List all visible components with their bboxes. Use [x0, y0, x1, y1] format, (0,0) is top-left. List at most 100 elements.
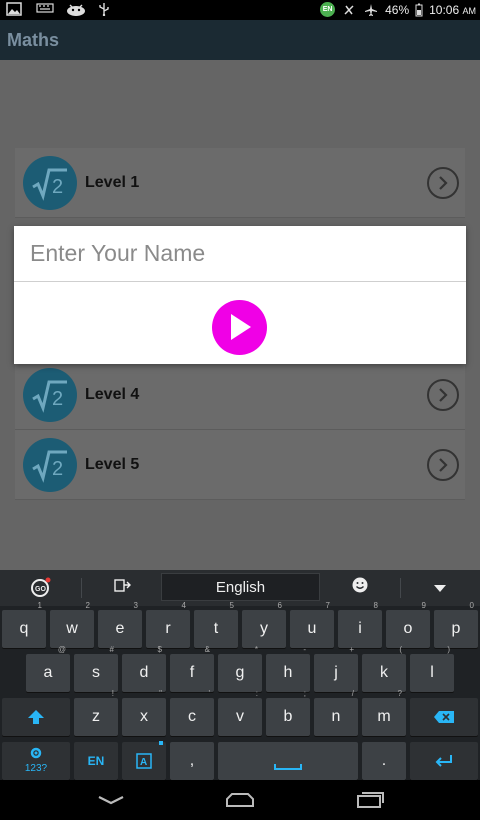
key-letter: g [235, 664, 245, 681]
back-icon[interactable] [96, 790, 126, 810]
key-j[interactable]: j + [314, 645, 358, 692]
key-p[interactable]: p0 [434, 601, 478, 648]
key-letter: o [403, 620, 413, 637]
key-letter: x [140, 708, 148, 725]
input-mode-key[interactable]: A [122, 741, 166, 780]
key-e[interactable]: e3 [98, 601, 142, 648]
shift-key[interactable] [2, 698, 70, 736]
comma-key[interactable]: , [170, 742, 214, 780]
key-f[interactable]: f & [170, 645, 214, 692]
key-r[interactable]: r4 [146, 601, 190, 648]
name-input[interactable] [14, 226, 466, 282]
backspace-key[interactable] [410, 698, 478, 736]
svg-text:A: A [140, 757, 147, 768]
key-alt: 3 [133, 601, 138, 610]
key-letter: b [283, 708, 293, 725]
key-i[interactable]: i8 [338, 601, 382, 648]
key-c[interactable]: c ' [170, 689, 214, 736]
enter-icon [435, 755, 452, 767]
clipboard-icon[interactable] [110, 576, 136, 600]
key-s[interactable]: s # [74, 645, 118, 692]
svg-text:2: 2 [52, 388, 63, 410]
key-b[interactable]: b; [266, 689, 310, 736]
key-o[interactable]: o9 [386, 601, 430, 648]
key-letter: q [19, 620, 29, 637]
chevron-right-icon[interactable] [427, 167, 459, 199]
sqrt-icon: 2 [23, 156, 77, 210]
key-q[interactable]: q1 [2, 601, 46, 648]
key-t[interactable]: t5 [194, 601, 238, 648]
key-a[interactable]: a @ [26, 645, 70, 692]
level-label: Level 1 [85, 174, 140, 191]
clock-time: 10:06 AM [429, 3, 476, 17]
key-letter: v [236, 708, 244, 725]
key-k[interactable]: k( [362, 645, 406, 692]
key-v[interactable]: v: [218, 689, 262, 736]
enter-key[interactable] [410, 742, 478, 780]
toolbar-divider [400, 578, 401, 598]
key-alt: $ [157, 645, 162, 654]
key-l[interactable]: l) [410, 645, 454, 692]
key-d[interactable]: d $ [122, 645, 166, 692]
key-z[interactable]: z! [74, 689, 118, 736]
play-icon [231, 314, 251, 340]
collapse-keyboard-icon[interactable] [426, 576, 454, 600]
key-letter: i [358, 620, 362, 637]
key-w[interactable]: w2 [50, 601, 94, 648]
period-key[interactable]: . [362, 742, 406, 780]
svg-text:GO: GO [35, 586, 46, 593]
key-alt: ) [447, 645, 450, 654]
key-alt: 1 [37, 601, 42, 610]
shift-icon [28, 710, 44, 724]
symbols-key[interactable]: 123? [2, 742, 70, 780]
key-u[interactable]: u7 [290, 601, 334, 648]
key-h[interactable]: h- [266, 645, 310, 692]
image-icon [6, 2, 22, 16]
toolbar-divider [81, 578, 82, 598]
key-alt: / [351, 689, 354, 698]
key-alt: ; [303, 689, 306, 698]
navigation-bar [0, 780, 480, 820]
level-row[interactable]: 2 Level 1 [15, 148, 465, 218]
android-icon [66, 2, 85, 16]
chevron-right-icon[interactable] [427, 379, 459, 411]
name-dialog [14, 226, 466, 364]
key-n[interactable]: n / [314, 689, 358, 736]
key-y[interactable]: y6 [242, 601, 286, 648]
chevron-right-icon[interactable] [427, 449, 459, 481]
key-alt: 4 [181, 601, 186, 610]
emoji-icon[interactable] [346, 576, 374, 600]
battery-icon [415, 3, 423, 17]
key-letter: h [283, 664, 293, 681]
key-letter: r [165, 620, 171, 637]
key-letter: e [115, 620, 125, 637]
key-letter: a [43, 664, 53, 681]
level-row[interactable]: 2 Level 4 [15, 360, 465, 430]
key-letter: z [92, 708, 100, 725]
recent-apps-icon[interactable] [355, 790, 385, 810]
level-row[interactable]: 2 Level 5 [15, 430, 465, 500]
language-key[interactable]: EN [74, 742, 118, 780]
play-button[interactable] [212, 300, 267, 355]
home-icon[interactable] [225, 790, 255, 810]
soft-keyboard: GO English q1 w2 e3 r4 t5 y6 u7 i8 o9 p0… [0, 570, 480, 780]
key-x[interactable]: x " [122, 689, 166, 736]
key-m[interactable]: m? [362, 689, 406, 736]
key-g[interactable]: g * [218, 645, 262, 692]
backspace-icon [434, 711, 454, 723]
space-key[interactable] [218, 742, 358, 780]
key-alt: ' [208, 689, 210, 698]
key-alt: ( [399, 645, 402, 654]
clock-hours: 10:06 [429, 2, 460, 17]
key-letter: y [260, 620, 268, 637]
battery-percent: 46% [385, 2, 410, 17]
key-letter: u [307, 620, 317, 637]
key-alt: & [204, 645, 210, 654]
space-icon [274, 764, 302, 770]
key-letter: t [213, 620, 219, 637]
key-alt: # [109, 645, 114, 654]
language-chip[interactable]: English [161, 573, 320, 601]
input-mode-icon: A [136, 753, 152, 769]
key-letter: f [189, 664, 195, 681]
go-keyboard-icon[interactable]: GO [26, 576, 54, 600]
